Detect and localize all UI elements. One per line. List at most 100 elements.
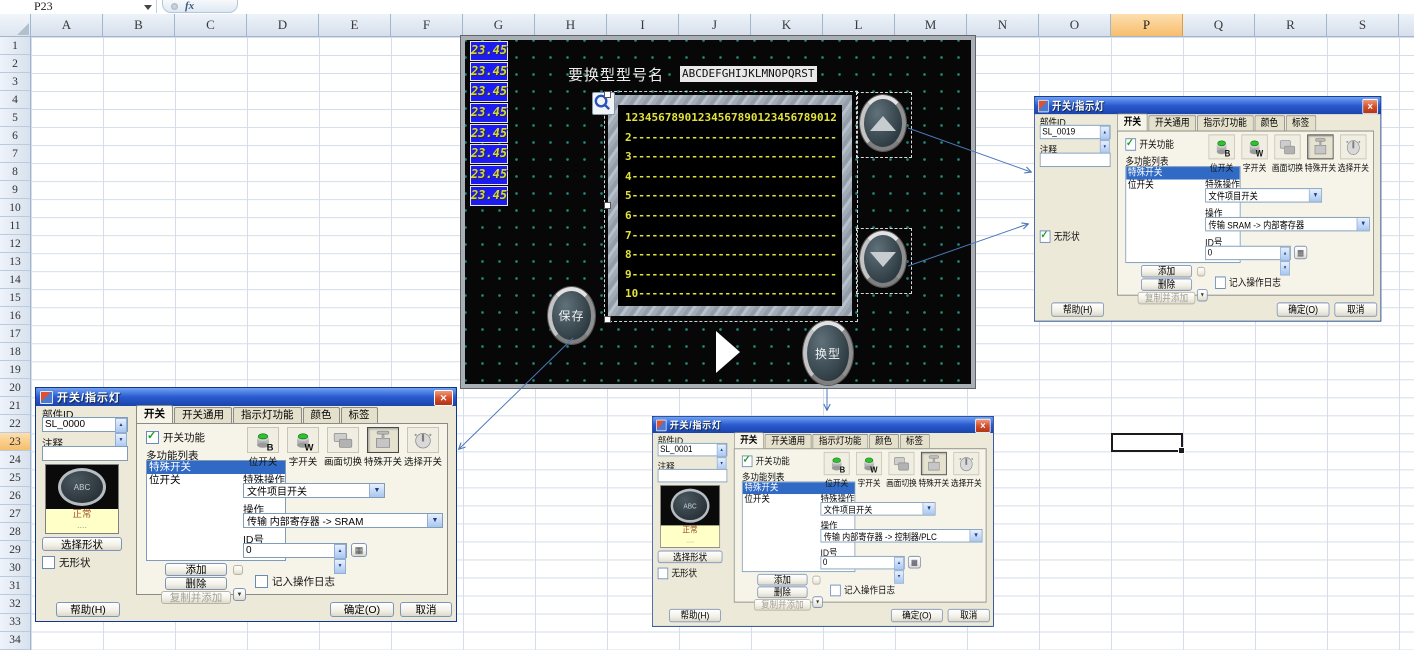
tab-lamp-function[interactable]: 指示灯功能 (1197, 115, 1253, 130)
column-header[interactable]: G (463, 14, 535, 36)
icon-select-switch[interactable]: 选择开关 (403, 427, 443, 468)
tab-color[interactable]: 颜色 (869, 434, 899, 448)
model-change-button[interactable]: 换型 (803, 321, 853, 385)
column-header[interactable]: K (751, 14, 823, 36)
comment-input[interactable] (658, 469, 728, 482)
add-button[interactable]: 添加 (757, 574, 807, 586)
numeric-display[interactable]: 23.45 (470, 62, 508, 82)
copy-add-button[interactable]: 复制并添加 (1138, 292, 1196, 304)
select-shape-button[interactable]: 选择形状 (658, 551, 723, 564)
icon-special-switch[interactable]: 特殊开关 (1304, 134, 1337, 173)
fill-handle[interactable] (1178, 447, 1185, 454)
move-up-button[interactable] (812, 576, 820, 585)
cancel-button[interactable]: 取消 (1334, 302, 1377, 316)
part-id-combo[interactable]: SL_0000 (42, 417, 128, 432)
row-header[interactable]: 34 (0, 632, 30, 650)
row-header[interactable]: 2 (0, 55, 30, 73)
icon-word-switch[interactable]: 字开关 (283, 427, 323, 468)
close-icon[interactable] (975, 419, 990, 433)
numeric-display[interactable]: 23.45 (470, 41, 508, 61)
spinner-icon[interactable] (1100, 126, 1110, 138)
row-header[interactable]: 14 (0, 271, 30, 289)
spinner-icon[interactable] (334, 544, 346, 557)
icon-select-switch[interactable]: 选择开关 (950, 452, 982, 489)
id-spinner[interactable]: 0 (243, 543, 347, 558)
dialog-titlebar[interactable]: 开关/指示灯 (653, 417, 993, 433)
icon-bit-switch[interactable]: 位开关 (1205, 134, 1238, 173)
column-header[interactable]: P (1111, 14, 1183, 36)
ok-button[interactable]: 确定(O) (1277, 302, 1330, 316)
icon-word-switch[interactable]: 字开关 (853, 452, 885, 489)
column-header[interactable]: D (247, 14, 319, 36)
special-op-dropdown[interactable]: 文件项目开关 (820, 502, 935, 515)
chevron-down-icon[interactable] (970, 530, 982, 542)
icon-screen-change[interactable]: 画面切换 (323, 427, 363, 468)
tab-switch[interactable]: 开关 (1117, 113, 1147, 130)
tab-label[interactable]: 标签 (899, 434, 929, 448)
column-header[interactable]: I (607, 14, 679, 36)
row-header[interactable]: 26 (0, 487, 30, 505)
selection-handle[interactable] (604, 91, 611, 98)
column-header[interactable]: S (1327, 14, 1399, 36)
tab-switch-common[interactable]: 开关通用 (765, 434, 812, 448)
tab-switch[interactable]: 开关 (734, 432, 764, 448)
log-checkbox[interactable]: 记入操作日志 (255, 574, 335, 589)
tab-color[interactable]: 颜色 (303, 407, 340, 423)
spinner-icon[interactable] (115, 418, 127, 431)
op-dropdown[interactable]: 传输 内部寄存器 -> SRAM (243, 513, 443, 528)
log-checkbox[interactable]: 记入操作日志 (1215, 276, 1281, 290)
row-header[interactable]: 19 (0, 361, 30, 379)
id-spinner[interactable]: 0 (1205, 246, 1291, 260)
selection-handle[interactable] (604, 202, 611, 209)
column-header[interactable]: E (319, 14, 391, 36)
part-id-combo[interactable]: SL_0001 (658, 443, 728, 456)
icon-bit-switch[interactable]: 位开关 (243, 427, 283, 468)
tab-switch[interactable]: 开关 (136, 405, 173, 423)
special-op-dropdown[interactable]: 文件项目开关 (1205, 188, 1322, 202)
icon-special-switch[interactable]: 特殊开关 (363, 427, 403, 468)
copy-add-button[interactable]: 复制并添加 (754, 599, 811, 611)
column-header[interactable]: A (31, 14, 103, 36)
icon-screen-change[interactable]: 画面切换 (1271, 134, 1304, 173)
column-header[interactable]: M (895, 14, 967, 36)
row-header[interactable]: 20 (0, 379, 30, 397)
scroll-up-button[interactable] (860, 95, 906, 151)
row-header[interactable]: 3 (0, 73, 30, 91)
close-icon[interactable] (434, 390, 453, 406)
delete-button[interactable]: 删除 (757, 586, 807, 598)
icon-special-switch[interactable]: 特殊开关 (918, 452, 950, 489)
row-header[interactable]: 1 (0, 37, 30, 55)
chevron-down-icon[interactable] (1357, 218, 1369, 230)
numeric-display[interactable]: 23.45 (470, 186, 508, 206)
row-header[interactable]: 21 (0, 397, 30, 415)
cancel-button[interactable]: 取消 (400, 602, 452, 617)
spinner-icon[interactable] (717, 444, 727, 456)
close-icon[interactable] (1362, 99, 1378, 114)
numeric-display[interactable]: 23.45 (470, 82, 508, 102)
row-header[interactable]: 5 (0, 109, 30, 127)
more-options-button[interactable] (1197, 289, 1208, 301)
chevron-down-icon[interactable] (1309, 189, 1321, 201)
insert-function-area[interactable]: fx (162, 0, 238, 13)
column-header[interactable]: L (823, 14, 895, 36)
move-up-button[interactable] (1197, 267, 1205, 277)
row-header[interactable]: 4 (0, 91, 30, 109)
cancel-button[interactable]: 取消 (948, 609, 990, 622)
column-header[interactable]: Q (1183, 14, 1255, 36)
file-item-row[interactable]: 12345678901234567890123456789012 (625, 108, 842, 128)
switch-function-checkbox[interactable]: 开关功能 (1125, 137, 1174, 151)
delete-button[interactable]: 删除 (165, 577, 227, 590)
part-id-combo[interactable]: SL_0019 (1040, 125, 1111, 139)
address-keypad-button[interactable] (1294, 246, 1307, 259)
chevron-down-icon[interactable] (923, 503, 935, 515)
column-header[interactable]: N (967, 14, 1039, 36)
move-up-button[interactable] (233, 565, 243, 575)
file-item-row[interactable]: 10------------------------------ (625, 284, 842, 304)
tab-switch-common[interactable]: 开关通用 (1148, 115, 1196, 130)
name-box-dropdown-icon[interactable] (144, 5, 152, 10)
file-item-row[interactable]: 3------------------------------- (625, 147, 842, 167)
address-keypad-button[interactable] (908, 556, 921, 569)
row-header[interactable]: 32 (0, 595, 30, 613)
comment-input[interactable] (42, 446, 128, 461)
log-checkbox[interactable]: 记入操作日志 (830, 584, 895, 597)
